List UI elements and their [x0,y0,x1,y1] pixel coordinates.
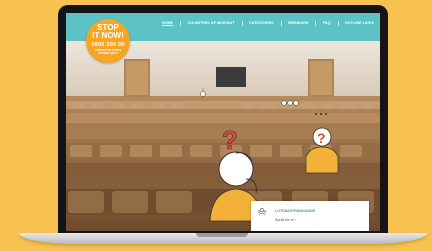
card-title: LOTSBASTRÄNGANDE [275,209,316,213]
logo-phone: 0800 200 50 [91,42,125,48]
logo-tagline: SUPPORT FOR PEOPLE WORRIED ABOUT [94,50,122,55]
nav-divider [315,21,316,26]
nav-home[interactable]: HOME [161,21,174,26]
svg-text:?: ? [317,130,326,146]
card-link[interactable]: Spräk för er › [275,218,296,222]
nav-divider [337,21,339,26]
nav-divider [241,21,243,26]
nav-webinars[interactable]: WEBINARS [288,21,308,26]
laptop-screen: ? ? ? HOME COUNTRIES OF MIGRANT CATEGORI… [66,13,380,231]
logo-line-2: IT NOW! [92,31,124,40]
nav-divider [180,21,181,26]
nav-faq[interactable]: FAQ [323,21,331,26]
nav-divider [280,21,282,26]
nav-hotline-links[interactable]: HOTLINE LINKS [345,21,374,26]
nav-countries[interactable]: COUNTRIES OF MIGRANT [188,21,235,26]
main-nav: HOME COUNTRIES OF MIGRANT CATEGORIES WEB… [161,21,374,26]
info-card[interactable]: LOTSBASTRÄNGANDE Spräk för er › [251,201,369,231]
laptop-notch [196,233,248,237]
nav-categories[interactable]: CATEGORIES [249,21,274,26]
people-group-icon [257,208,267,216]
svg-text:?: ? [222,125,238,155]
stop-it-now-logo[interactable]: STOP IT NOW! 0800 200 50 SUPPORT FOR PEO… [86,19,130,63]
